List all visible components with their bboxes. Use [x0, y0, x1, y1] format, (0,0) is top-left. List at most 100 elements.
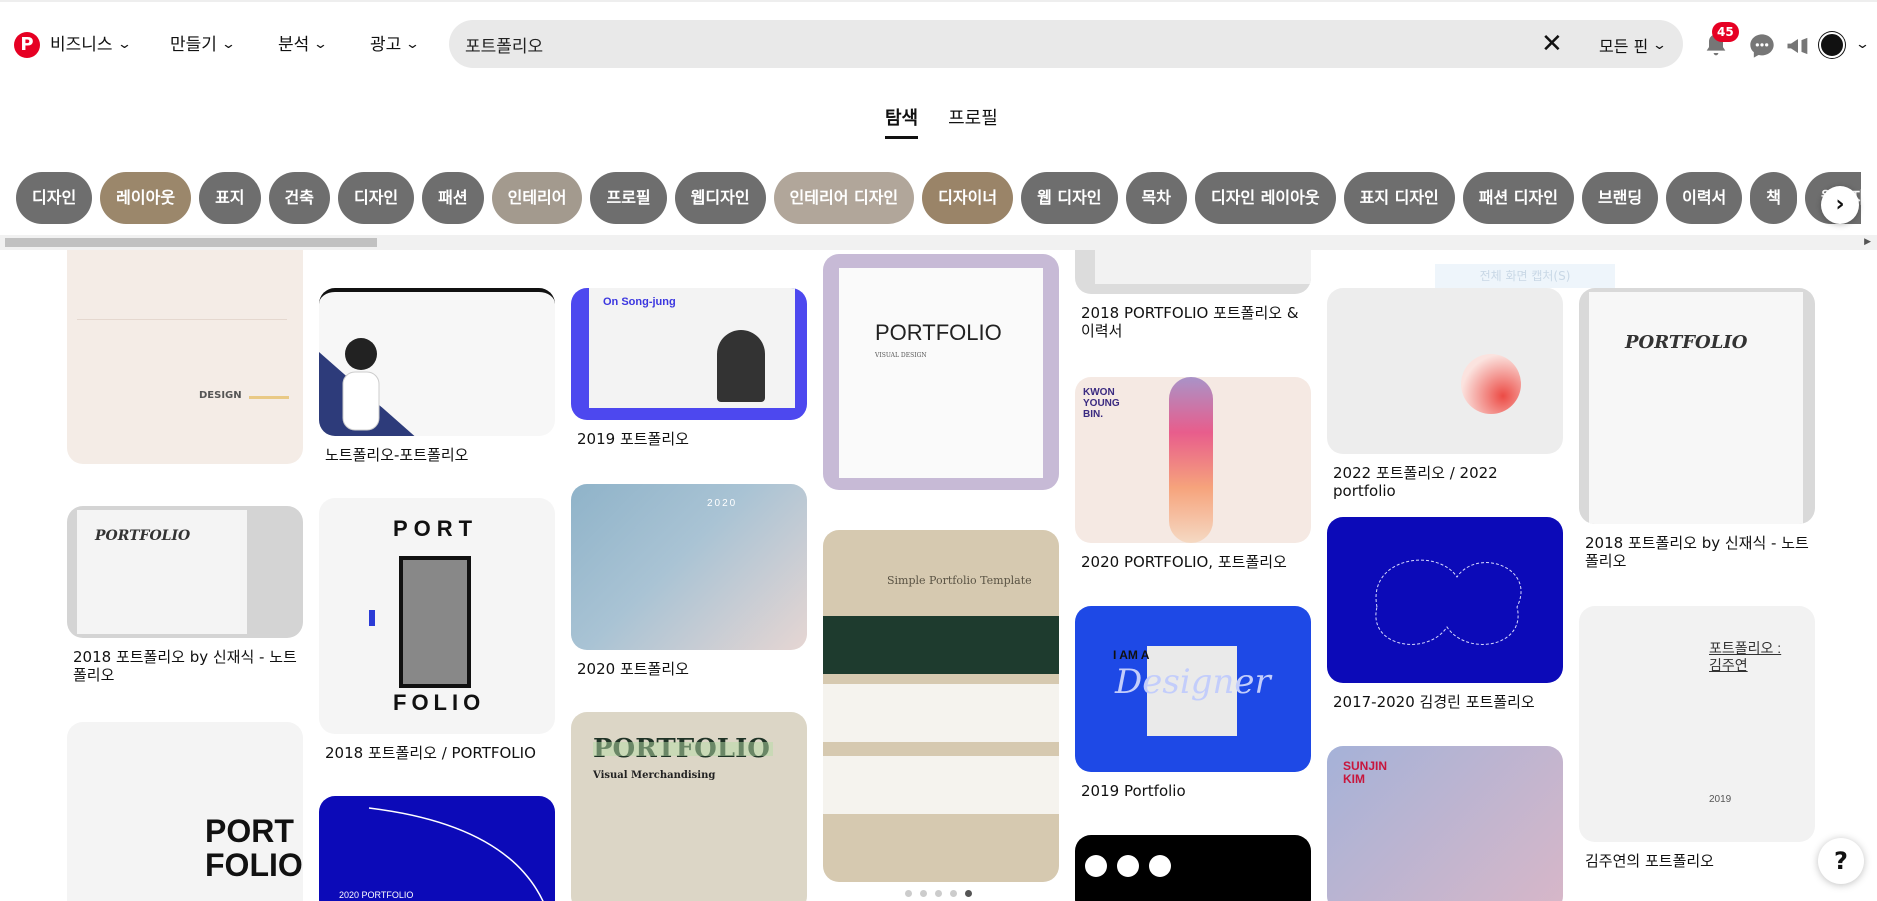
pin-caption: 2020 PORTFOLIO, 포트폴리오 [1081, 553, 1287, 571]
chevron-right-icon[interactable]: › [1821, 186, 1859, 224]
pin-card[interactable]: PORT FOLIO 2018 포트폴리오 / PORTFOLIO [319, 498, 555, 762]
highlight-bar [593, 742, 773, 756]
carousel-dot-active[interactable] [965, 890, 972, 897]
filter-chip[interactable]: 레이아웃 [100, 172, 192, 224]
pin-card[interactable]: PORT FOLIO [67, 722, 303, 901]
clear-search-icon[interactable]: ✕ [1541, 30, 1563, 58]
top-navigation-bar: P 비즈니스⌄ 만들기⌄ 분석⌄ 광고⌄ ✕ 모든 핀⌄ 45 ⌄ [0, 0, 1877, 84]
pin-image: 포트폴리오 :김주연 2019 [1579, 606, 1815, 842]
horizontal-scrollbar[interactable]: ▶ [0, 235, 1877, 250]
pin-card[interactable]: PORTFOLIO 2018 포트폴리오 by 신재식 - 노트폴리오 [1579, 288, 1815, 570]
nav-create[interactable]: 만들기 ⌄ [170, 32, 237, 58]
filter-chip[interactable]: 건축 [268, 172, 330, 224]
messages-icon[interactable] [1748, 32, 1776, 60]
all-pins-filter[interactable]: 모든 핀 ⌄ [1599, 33, 1667, 57]
pin-image: PORTFOLIO [67, 506, 303, 638]
carousel-dot[interactable] [950, 890, 957, 897]
pin-card[interactable]: 2020 PORTFOLIO [319, 796, 555, 901]
resume-lines [77, 260, 287, 320]
pin-image: KWON YOUNG BIN. [1075, 377, 1311, 543]
scroll-right-arrow-icon[interactable]: ▶ [1864, 237, 1871, 247]
filter-chip[interactable]: 책 [1750, 172, 1798, 224]
search-bar: ✕ 모든 핀⌄ [449, 20, 1683, 68]
pin-image [1075, 835, 1311, 901]
portfolio-title: PORTFOLIO [875, 320, 1002, 345]
nav-ads-label: 광고 [370, 35, 402, 55]
pin-card[interactable]: PORTFOLIO Visual Merchandising [571, 712, 807, 901]
filter-chip[interactable]: 표지 [199, 172, 261, 224]
pin-card[interactable]: 2018 PORTFOLIO 포트폴리오 & 이력서 [1075, 250, 1311, 340]
pin-card[interactable]: DESIGN [67, 250, 303, 464]
pin-card[interactable]: PORTFOLIO 2018 포트폴리오 by 신재식 - 노트폴리오 [67, 506, 303, 684]
pin-card[interactable]: On Song-jung 2019 포트폴리오 [571, 288, 807, 448]
help-button[interactable]: ? [1818, 838, 1864, 884]
nav-analytics-label: 분석 [278, 35, 310, 55]
filter-chip[interactable]: 표지 디자인 [1343, 172, 1455, 224]
scrollbar-thumb[interactable] [5, 238, 377, 247]
filter-chip[interactable]: 디자이너 [922, 172, 1014, 224]
filter-chip[interactable]: 디자인 [16, 172, 93, 224]
filter-chip[interactable]: 디자인 레이아웃 [1194, 172, 1336, 224]
portfolio-title: PORTFOLIO [1625, 332, 1748, 353]
design-label: DESIGN [199, 390, 242, 401]
search-input[interactable] [465, 20, 1525, 68]
pinterest-logo-icon[interactable]: P [14, 32, 40, 58]
nav-analytics[interactable]: 분석 ⌄ [278, 32, 329, 58]
megaphone-icon[interactable] [1784, 32, 1812, 60]
port-text: PORT [205, 813, 294, 849]
pin-image: I AM A Designer [1075, 606, 1311, 772]
pin-card[interactable]: PORTFOLIO VISUAL DESIGN [823, 254, 1059, 490]
nav-ads[interactable]: 광고 ⌄ [370, 32, 421, 58]
pin-image: PORTFOLIO VISUAL DESIGN [823, 254, 1059, 490]
pin-image: Simple Portfolio Template [823, 530, 1059, 882]
pin-image [1327, 288, 1563, 454]
nav-business-label: 비즈니스 [50, 35, 113, 55]
filter-chip[interactable]: 인테리어 [491, 172, 583, 224]
pin-image [319, 288, 555, 436]
carousel-dot[interactable] [905, 890, 912, 897]
filter-chip[interactable]: 패션 [422, 172, 484, 224]
chevron-down-icon: ⌄ [220, 37, 237, 52]
filter-chip-row: 디자인 레이아웃 표지 건축 디자인 패션 인테리어 프로필 웹디자인 인테리어 디자인 디자이너 웹… [16, 172, 1861, 224]
account-menu-chevron[interactable]: ⌄ [1855, 32, 1870, 58]
accent-bar [249, 396, 289, 399]
carousel-dot[interactable] [935, 890, 942, 897]
filter-chip[interactable]: 이력서 [1666, 172, 1743, 224]
chevron-down-icon: ⌄ [313, 37, 329, 52]
pin-card[interactable]: I AM A Designer 2019 Portfolio [1075, 606, 1311, 800]
folio-label: FOLIO [393, 690, 486, 715]
pin-card[interactable]: Simple Portfolio Template [823, 530, 1059, 882]
chevron-down-icon: ⌄ [405, 37, 421, 52]
capture-tooltip: 전체 화면 캡처(S) [1435, 264, 1615, 288]
pin-card[interactable]: 2022 포트폴리오 / 2022 portfolio [1327, 288, 1563, 500]
tab-explore[interactable]: 탐색 [885, 104, 919, 139]
filter-chip[interactable]: 웹디자인 [674, 172, 766, 224]
pin-card[interactable]: SUNJIN KIM [1327, 746, 1563, 901]
nav-business[interactable]: 비즈니스 ⌄ [50, 32, 132, 58]
filter-chip[interactable]: 디자인 [337, 172, 415, 224]
subtitle: Visual Merchandising [593, 770, 716, 781]
filter-chip[interactable]: 인테리어 디자인 [773, 172, 915, 224]
tab-profile[interactable]: 프로필 [948, 104, 998, 139]
pin-image: SUNJIN KIM [1327, 746, 1563, 901]
sunjin-title: SUNJIN KIM [1343, 759, 1388, 786]
pin-image: DESIGN [67, 250, 303, 464]
pin-card[interactable]: 포트폴리오 :김주연 2019 김주연의 포트폴리오 [1579, 606, 1815, 870]
pin-image: PORTFOLIO [67, 722, 303, 901]
search-tabs: 탐색 프로필 [885, 104, 998, 139]
pin-card[interactable]: 2017-2020 김경린 포트폴리오 [1327, 517, 1563, 711]
pin-card[interactable]: KWON YOUNG BIN. 2020 PORTFOLIO, 포트폴리오 [1075, 377, 1311, 571]
pin-card[interactable] [1075, 835, 1311, 901]
pin-image: PORT FOLIO [319, 498, 555, 734]
subtitle: VISUAL DESIGN [875, 352, 927, 359]
filter-chip[interactable]: 프로필 [590, 172, 667, 224]
filter-chip[interactable]: 웹 디자인 [1021, 172, 1118, 224]
pin-card[interactable]: 2020 2020 포트폴리오 [571, 484, 807, 678]
filter-chip[interactable]: 브랜딩 [1581, 172, 1659, 224]
pin-card[interactable]: 노트폴리오-포트폴리오 [319, 288, 555, 464]
pin-caption: 2018 PORTFOLIO 포트폴리오 & 이력서 [1081, 304, 1299, 340]
filter-chip[interactable]: 패션 디자인 [1462, 172, 1574, 224]
carousel-dot[interactable] [920, 890, 927, 897]
filter-chip[interactable]: 목차 [1125, 172, 1187, 224]
avatar[interactable] [1819, 32, 1845, 58]
